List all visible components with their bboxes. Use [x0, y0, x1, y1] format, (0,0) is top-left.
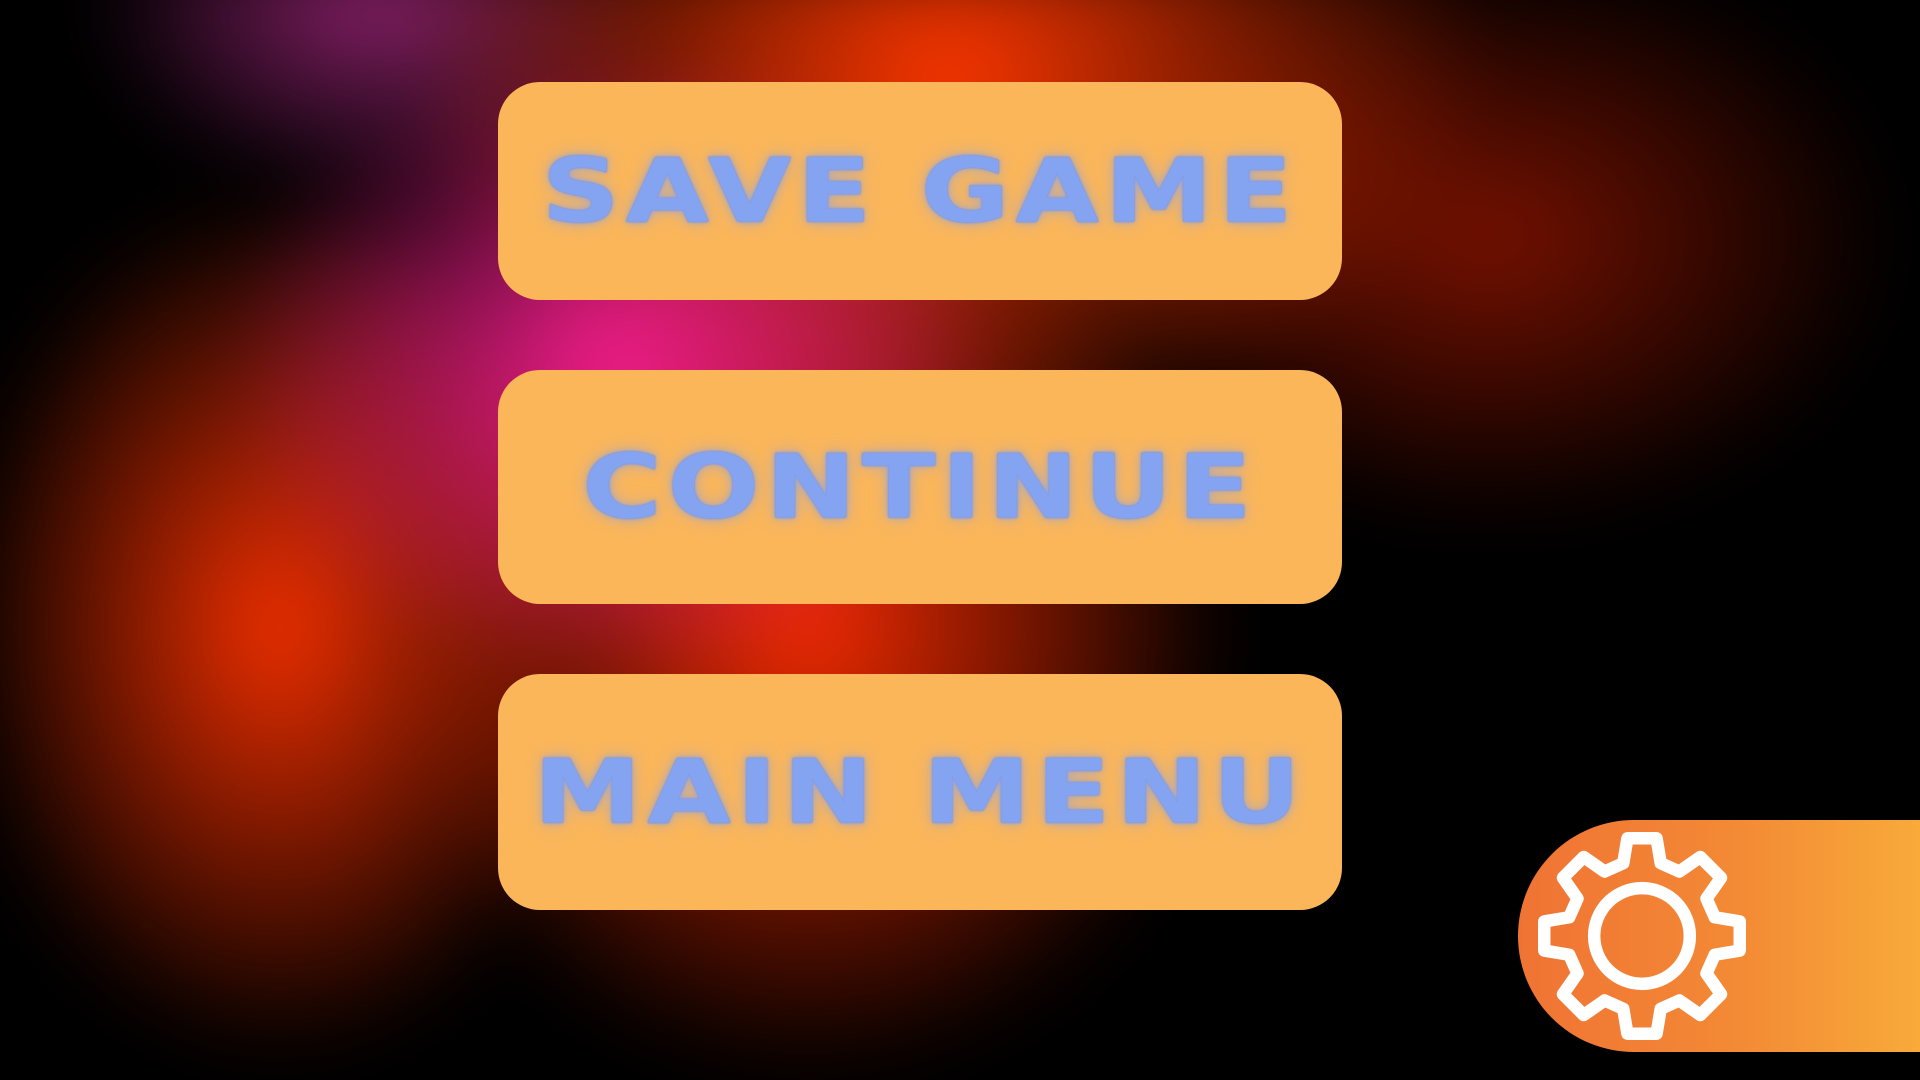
continue-label: CONTINUE	[582, 435, 1258, 539]
save-game-label: SAVE GAME	[541, 139, 1299, 243]
pause-menu-screen: SAVE GAME CONTINUE MAIN MENU	[0, 0, 1920, 1080]
continue-button[interactable]: CONTINUE	[498, 370, 1342, 604]
save-game-button[interactable]: SAVE GAME	[498, 82, 1342, 300]
main-menu-label: MAIN MENU	[533, 740, 1307, 844]
settings-button[interactable]	[1518, 820, 1920, 1052]
main-menu-button[interactable]: MAIN MENU	[498, 674, 1342, 910]
gear-icon	[1538, 832, 1746, 1040]
